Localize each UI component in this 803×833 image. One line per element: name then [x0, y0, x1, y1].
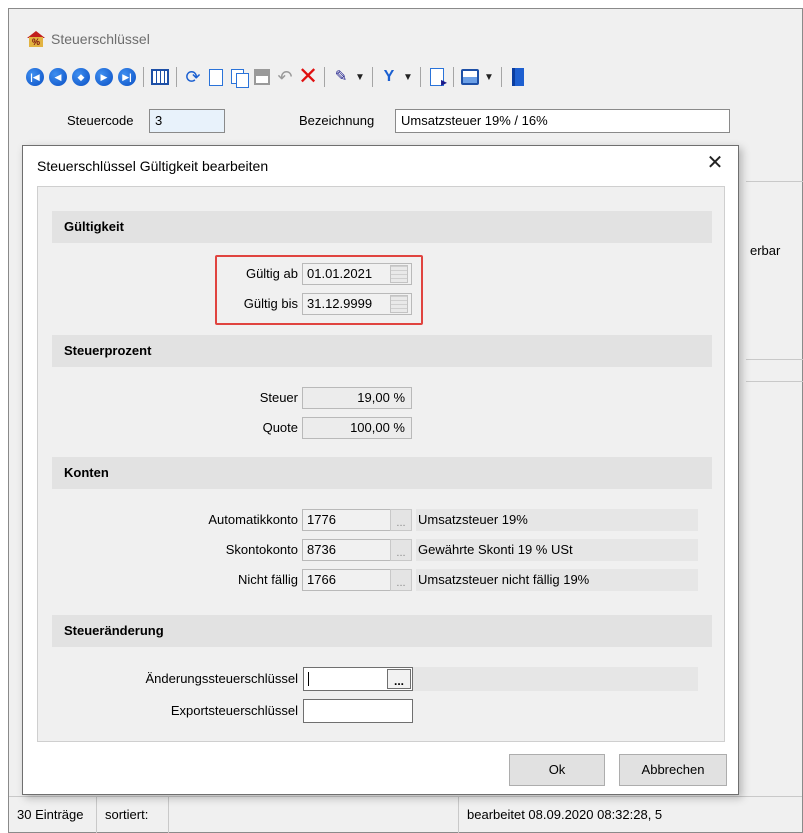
undo-icon: ↶ — [277, 67, 293, 87]
close-button[interactable]: ✕ — [704, 152, 726, 174]
previous-icon: ◀ — [49, 68, 67, 86]
toolbar-separator — [176, 67, 177, 87]
status-spacer — [169, 797, 459, 833]
steuercode-field[interactable]: 3 — [149, 109, 225, 133]
window-title: Steuerschlüssel — [51, 31, 150, 47]
window-title-bar: Steuerschlüssel — [27, 29, 150, 49]
cursor-button[interactable] — [427, 67, 447, 89]
account-discount-lookup-button[interactable]: ... — [390, 539, 412, 561]
previous-record-button[interactable]: ◀ — [48, 67, 68, 87]
filter-icon: Y — [383, 68, 395, 85]
print-dropdown[interactable]: ▼ — [483, 67, 495, 87]
change-key-lookup-button[interactable]: ... — [387, 669, 411, 689]
chevron-down-icon: ▼ — [484, 71, 494, 83]
filter-button[interactable]: Y — [379, 67, 399, 87]
first-record-button[interactable]: |◀ — [25, 67, 45, 87]
copy-icon — [231, 68, 249, 88]
status-entries: 30 Einträge — [9, 797, 97, 833]
next-icon: ▶ — [95, 68, 113, 86]
print-icon — [461, 69, 479, 85]
close-icon: ✕ — [706, 152, 724, 174]
calendar-button[interactable] — [150, 67, 170, 87]
quota-label: Quote — [262, 420, 298, 435]
delete-button[interactable]: ✕ — [297, 63, 319, 90]
valid-to-calendar-button[interactable] — [390, 295, 408, 313]
status-sorted: sortiert: — [97, 797, 169, 833]
account-auto-lookup-button[interactable]: ... — [390, 509, 412, 531]
copy-button[interactable] — [229, 67, 249, 88]
toolbar: |◀ ◀ ◆ ▶ ▶| ⟳ ↶ ✕ ✎ ▼ Y ▼ ▼ — [25, 64, 528, 90]
dialog-body: Gültigkeit Gültig ab 01.01.2021 Gültig b… — [37, 186, 725, 742]
change-key-label: Änderungssteuerschlüssel — [145, 671, 298, 686]
toolbar-separator — [453, 67, 454, 87]
status-edited: bearbeitet 08.09.2020 08:32:28, 5 — [467, 807, 663, 822]
account-discount-name: Gewährte Skonti 19 % USt — [416, 539, 698, 561]
text-caret — [308, 672, 309, 686]
account-discount-label: Skontokonto — [225, 542, 298, 557]
chevron-down-icon: ▼ — [403, 71, 413, 83]
bezeichnung-field[interactable]: Umsatzsteuer 19% / 16% — [395, 109, 730, 133]
pin-dropdown[interactable]: ▼ — [354, 67, 366, 87]
filter-dropdown[interactable]: ▼ — [402, 67, 414, 87]
account-notdue-label: Nicht fällig — [238, 572, 298, 587]
new-icon — [209, 68, 223, 86]
new-button[interactable] — [206, 67, 226, 87]
book-button[interactable] — [508, 67, 528, 87]
valid-from-label: Gültig ab — [245, 266, 298, 281]
account-notdue-lookup-button[interactable]: ... — [390, 569, 412, 591]
book-icon — [512, 68, 524, 86]
cursor-icon — [430, 68, 447, 89]
quota-value: 100,00 % — [302, 417, 412, 439]
save-icon — [254, 69, 270, 85]
tax-value: 19,00 % — [302, 387, 412, 409]
pin-icon: ✎ — [334, 68, 348, 85]
calendar-icon — [151, 69, 169, 85]
side-label: erbar — [750, 243, 781, 258]
last-icon: ▶| — [118, 68, 136, 86]
chevron-down-icon: ▼ — [355, 71, 365, 83]
first-icon: |◀ — [26, 68, 44, 86]
edit-validity-dialog: Steuerschlüssel Gültigkeit bearbeiten ✕ … — [22, 145, 739, 795]
divider — [746, 181, 803, 182]
page-previous-icon: ◆ — [72, 68, 90, 86]
export-key-input[interactable] — [303, 699, 413, 723]
refresh-button[interactable]: ⟳ — [183, 67, 203, 87]
house-percent-icon — [27, 31, 45, 47]
valid-from-calendar-button[interactable] — [390, 265, 408, 283]
page-back-button[interactable]: ◆ — [71, 67, 91, 87]
section-tax-percent-heading: Steuerprozent — [52, 335, 712, 367]
cancel-button[interactable]: Abbrechen — [619, 754, 727, 786]
delete-icon: ✕ — [297, 63, 319, 90]
toolbar-separator — [324, 67, 325, 87]
divider — [746, 381, 803, 382]
undo-button[interactable]: ↶ — [275, 67, 295, 87]
filler — [413, 667, 698, 691]
dialog-title: Steuerschlüssel Gültigkeit bearbeiten — [37, 158, 269, 174]
next-record-button[interactable]: ▶ — [94, 67, 114, 87]
account-auto-label: Automatikkonto — [208, 512, 298, 527]
export-key-label: Exportsteuerschlüssel — [170, 703, 298, 718]
tax-label: Steuer — [259, 390, 298, 405]
print-button[interactable] — [460, 67, 480, 87]
bezeichnung-label: Bezeichnung — [299, 113, 375, 128]
valid-to-label: Gültig bis — [243, 296, 298, 311]
change-key-input[interactable]: ... — [303, 667, 413, 691]
last-record-button[interactable]: ▶| — [117, 67, 137, 87]
account-notdue-name: Umsatzsteuer nicht fällig 19% — [416, 569, 698, 591]
section-validity-heading: Gültigkeit — [52, 211, 712, 243]
refresh-icon: ⟳ — [185, 67, 201, 87]
toolbar-separator — [501, 67, 502, 87]
account-auto-name: Umsatzsteuer 19% — [416, 509, 698, 531]
toolbar-separator — [372, 67, 373, 87]
steuercode-label: Steuercode — [67, 113, 134, 128]
ok-button[interactable]: Ok — [509, 754, 605, 786]
divider — [746, 359, 803, 360]
section-accounts-heading: Konten — [52, 457, 712, 489]
pin-button[interactable]: ✎ — [331, 67, 351, 87]
save-button[interactable] — [252, 67, 272, 87]
toolbar-separator — [420, 67, 421, 87]
status-bar: 30 Einträge sortiert: bearbeitet 08.09.2… — [9, 796, 802, 833]
section-tax-change-heading: Steueränderung — [52, 615, 712, 647]
toolbar-separator — [143, 67, 144, 87]
